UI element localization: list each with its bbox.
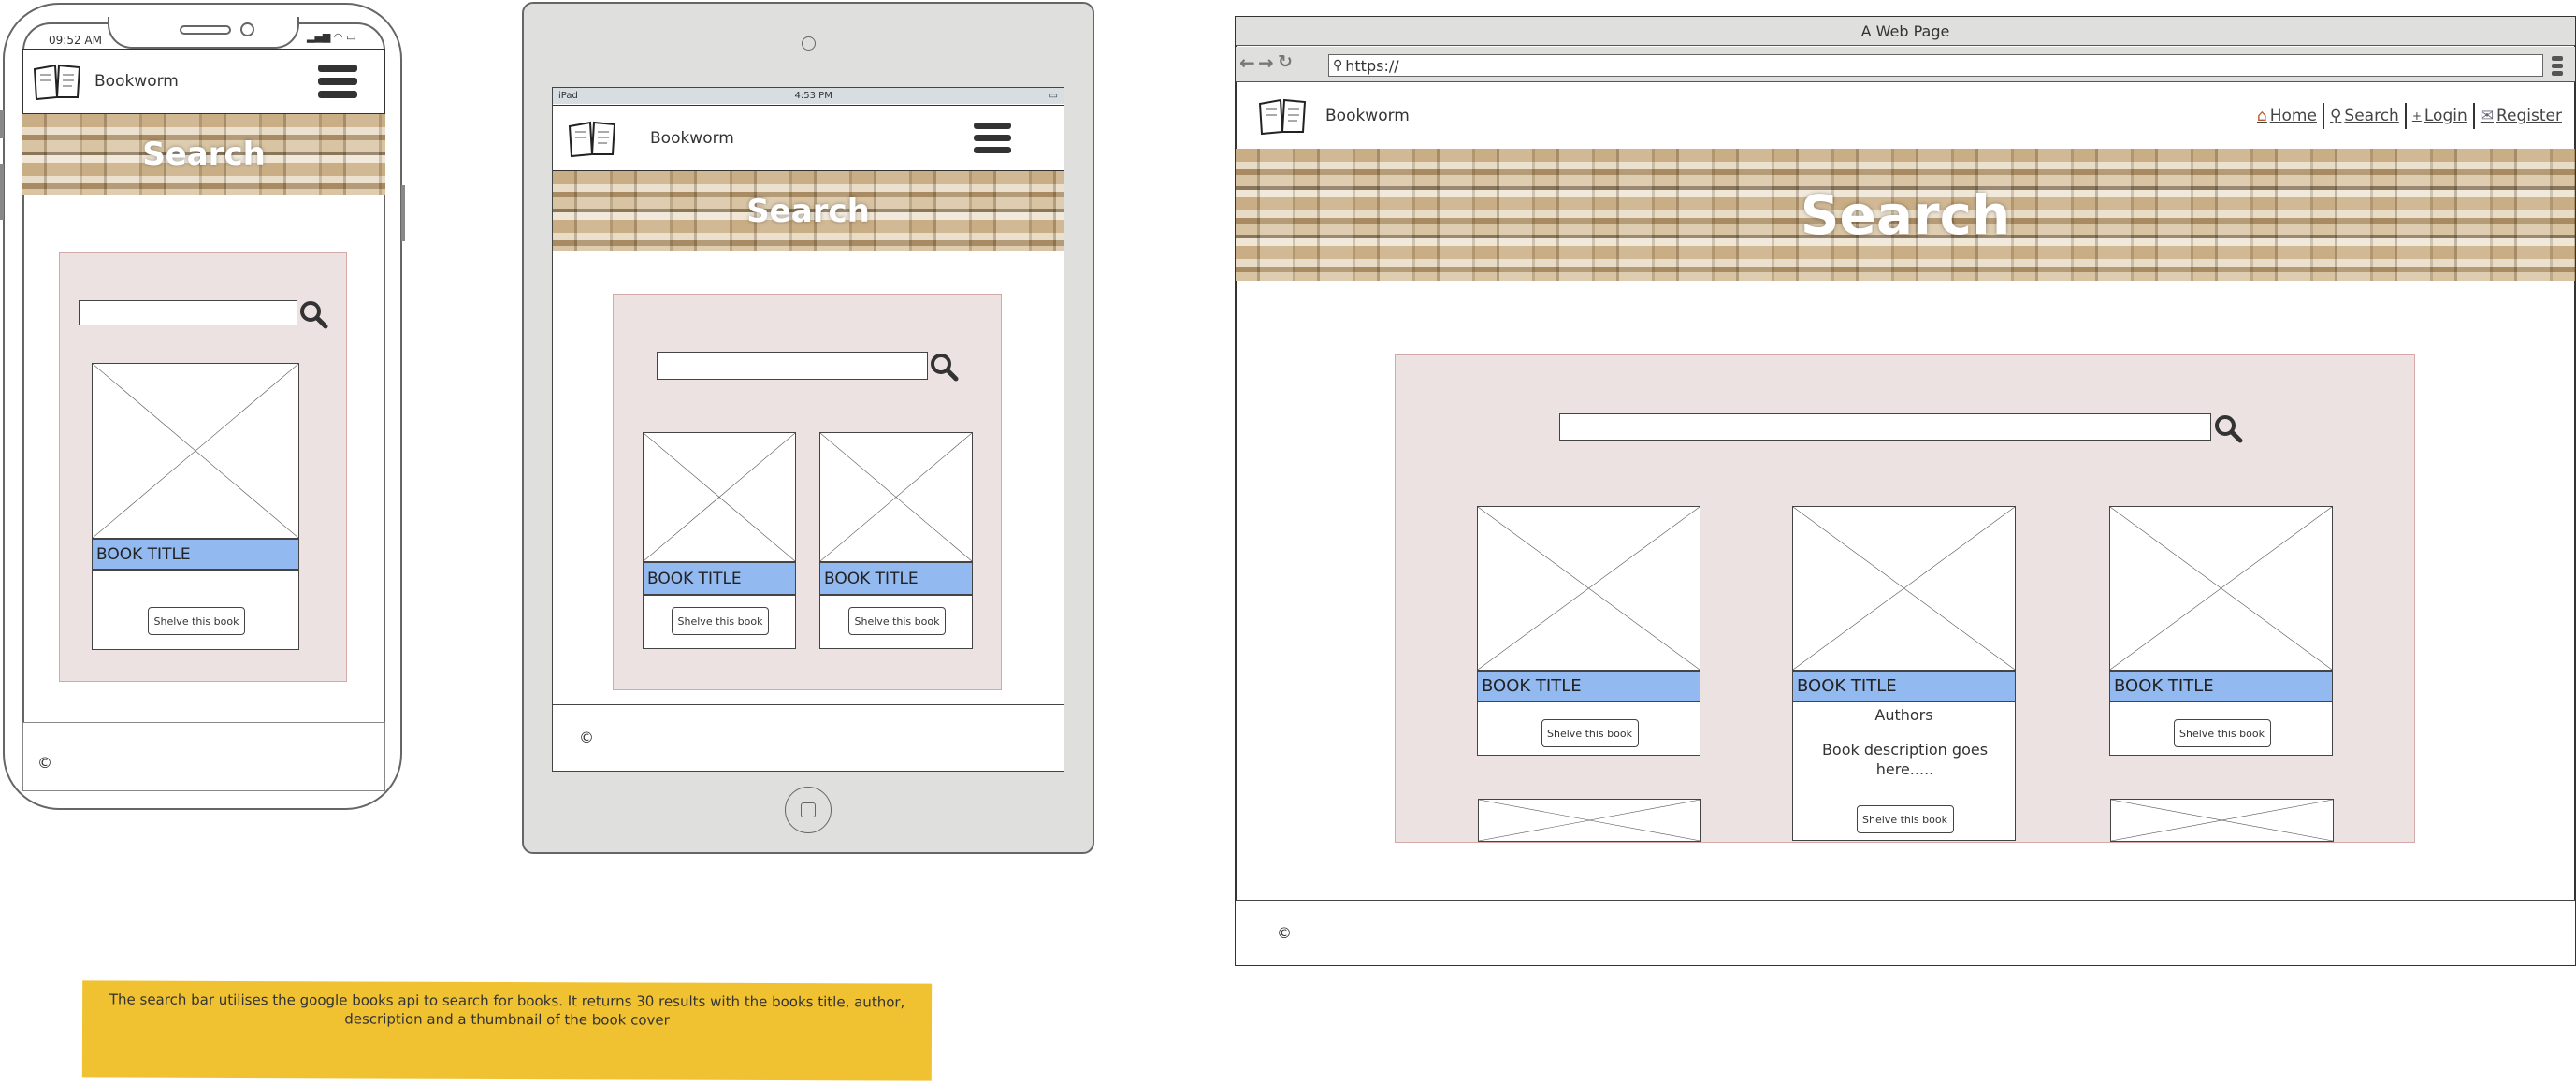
banner-title: Search	[746, 192, 870, 230]
forward-icon[interactable]: →	[1258, 51, 1274, 74]
phone-banner: Search	[22, 114, 385, 195]
nav-search[interactable]: ⚲ Search	[2324, 103, 2407, 129]
thumbnail-placeholder-icon	[2111, 800, 2333, 841]
tablet-header: Bookworm	[553, 105, 1064, 171]
url-text: https://	[1345, 56, 1399, 75]
book-logo-icon	[33, 64, 81, 101]
url-bar[interactable]: ⚲ https://	[1328, 54, 2543, 77]
tablet-banner: Search	[553, 171, 1064, 251]
book-authors: Authors	[1874, 706, 1933, 724]
brand-name[interactable]: Bookworm	[650, 129, 734, 148]
phone-status-time: 09:52 AM	[49, 34, 102, 47]
window-title: A Web Page	[1860, 22, 1950, 40]
main-nav: ⌂ Home ⚲ Search + Login ✉ Register	[2251, 103, 2568, 129]
phone-side-button	[401, 185, 405, 241]
phone-camera	[240, 22, 254, 36]
shelve-book-button[interactable]: Shelve this book	[1541, 719, 1639, 747]
tablet-status-bar: iPad 4:53 PM ▭	[553, 88, 1064, 104]
thumbnail-placeholder-icon	[1478, 507, 1700, 670]
book-title[interactable]: BOOK TITLE	[1478, 670, 1700, 702]
book-card: BOOK TITLE Shelve this book	[643, 432, 796, 649]
tablet-camera	[802, 36, 816, 51]
book-card: BOOK TITLE Shelve this book	[819, 432, 973, 649]
brand-name[interactable]: Bookworm	[94, 72, 179, 91]
search-icon: ⚲	[2329, 107, 2342, 125]
book-title[interactable]: BOOK TITLE	[644, 561, 795, 596]
phone-footer	[22, 722, 385, 791]
phone-side-button	[0, 110, 4, 138]
phone-speaker	[180, 25, 231, 35]
status-device: iPad	[558, 91, 578, 101]
book-card: BOOK TITLE Shelve this book	[92, 363, 299, 650]
browser-title-bar: A Web Page	[1236, 17, 2575, 46]
desktop-footer	[1236, 900, 2575, 965]
search-icon: ⚲	[1333, 58, 1343, 73]
nav-register[interactable]: ✉ Register	[2475, 103, 2568, 129]
thumbnail-placeholder-icon	[1479, 800, 1700, 841]
book-description: Book description goes here.....	[1821, 741, 1989, 778]
book-title[interactable]: BOOK TITLE	[820, 561, 972, 596]
footer-copyright: ©	[37, 754, 52, 772]
desktop-search-input[interactable]	[1559, 413, 2211, 441]
book-card: BOOK TITLE Shelve this book	[2109, 506, 2333, 756]
book-logo-icon	[568, 121, 616, 157]
book-card-partial	[2110, 799, 2334, 842]
note-text: The search bar utilises the google books…	[109, 990, 905, 1029]
book-title[interactable]: BOOK TITLE	[1793, 670, 2015, 702]
book-card-partial	[1478, 799, 1701, 842]
back-icon[interactable]: ←	[1239, 51, 1255, 74]
thumbnail-placeholder-icon	[2110, 507, 2332, 670]
thumbnail-placeholder-icon	[93, 364, 298, 538]
status-time: 4:53 PM	[794, 91, 832, 101]
book-logo-icon	[1258, 98, 1307, 136]
search-icon[interactable]	[929, 352, 959, 382]
phone-search-input[interactable]	[79, 300, 297, 325]
shelve-book-button[interactable]: Shelve this book	[2173, 719, 2271, 747]
book-card: BOOK TITLE Authors Book description goes h…	[1792, 506, 2016, 841]
banner-title: Search	[142, 136, 266, 173]
phone-header: Bookworm	[22, 49, 385, 114]
search-icon[interactable]	[2213, 413, 2243, 443]
battery-icon: ▭	[1049, 91, 1058, 101]
tablet-home-button-square	[801, 802, 816, 817]
footer-copyright: ©	[579, 729, 594, 746]
search-icon[interactable]	[298, 299, 328, 329]
book-title[interactable]: BOOK TITLE	[93, 538, 298, 571]
desktop-banner: Search	[1236, 149, 2575, 281]
hamburger-menu-icon[interactable]	[974, 123, 1011, 153]
book-card: BOOK TITLE Shelve this book	[1477, 506, 1700, 756]
thumbnail-placeholder-icon	[644, 433, 795, 561]
plus-icon: +	[2411, 109, 2422, 123]
tablet-search-input[interactable]	[657, 352, 928, 380]
shelve-book-button[interactable]: Shelve this book	[672, 607, 769, 635]
banner-title: Search	[1800, 182, 2011, 247]
nav-login[interactable]: + Login	[2407, 103, 2475, 129]
phone-status-icons: ▂▄▆ ◠ ▭	[307, 31, 356, 43]
book-title[interactable]: BOOK TITLE	[2110, 670, 2332, 702]
brand-name[interactable]: Bookworm	[1325, 107, 1410, 125]
register-icon: ✉	[2480, 107, 2494, 125]
thumbnail-placeholder-icon	[820, 433, 972, 561]
reload-icon[interactable]: ↻	[1278, 51, 1293, 72]
thumbnail-placeholder-icon	[1793, 507, 2015, 670]
desktop-header: Bookworm ⌂ Home ⚲ Search + Login ✉ Register	[1236, 83, 2575, 149]
nav-home[interactable]: ⌂ Home	[2251, 103, 2324, 129]
home-icon: ⌂	[2256, 107, 2267, 125]
shelve-book-button[interactable]: Shelve this book	[148, 607, 245, 635]
shelve-book-button[interactable]: Shelve this book	[848, 607, 946, 635]
shelve-book-button[interactable]: Shelve this book	[1856, 805, 1954, 833]
hamburger-menu-icon[interactable]	[318, 65, 357, 98]
annotation-note: The search bar utilises the google books…	[81, 980, 933, 1081]
browser-menu-icon[interactable]	[2552, 56, 2563, 76]
phone-side-button	[0, 164, 4, 220]
tablet-footer	[553, 704, 1064, 771]
footer-copyright: ©	[1277, 924, 1292, 942]
